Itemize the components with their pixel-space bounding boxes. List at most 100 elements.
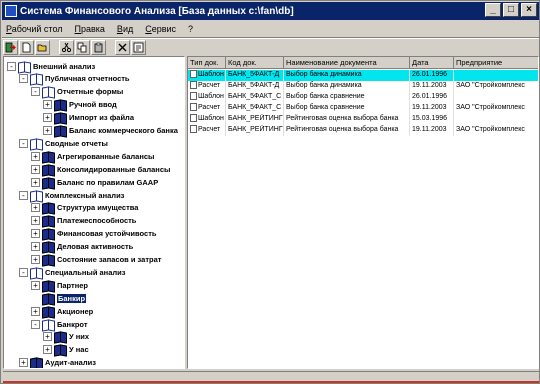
open-book-icon — [42, 320, 54, 329]
expand-icon[interactable]: + — [31, 306, 40, 316]
expand-icon[interactable]: + — [43, 332, 52, 342]
expand-icon[interactable]: + — [19, 358, 28, 368]
tree-node[interactable]: + У них — [43, 331, 89, 343]
tree-node[interactable]: - Банкрот — [31, 318, 88, 330]
tree-node[interactable]: + Агрегированные балансы — [31, 150, 154, 162]
tree-node[interactable]: + Аудит-анализ — [19, 357, 96, 368]
tree-node-label: Внешний анализ — [33, 61, 96, 71]
open-book-icon — [30, 191, 42, 200]
column-header-company[interactable]: Предприятие — [454, 57, 538, 69]
cell-type-label: Расчет — [198, 82, 221, 89]
tree-node-label: Структура имущества — [57, 203, 139, 213]
menu-desktop[interactable]: Рабочий стол — [6, 24, 63, 34]
cut-icon[interactable] — [59, 39, 74, 55]
cell-type-label: Расчет — [198, 104, 221, 111]
tree-node-label: Банкрот — [57, 319, 88, 329]
column-header-date[interactable]: Дата — [410, 57, 454, 69]
tree-node[interactable]: + Финансовая устойчивость — [31, 228, 156, 240]
tree-node[interactable]: Банкир — [31, 292, 87, 304]
table-row[interactable]: Шаблон БАНК_РЕЙТИНГ Рейтинговая оценка выб… — [188, 114, 538, 125]
document-icon — [190, 114, 197, 123]
minimize-button[interactable]: _ — [485, 3, 501, 17]
tree-node[interactable]: - Комплексный анализ — [19, 189, 124, 201]
expand-icon[interactable]: + — [31, 203, 40, 213]
expand-icon[interactable]: + — [31, 229, 40, 239]
document-icon — [190, 81, 197, 90]
table-row[interactable]: Шаблон БАНК_5ФАКТ_С Выбор банка сравнение 2… — [188, 92, 538, 103]
paste-icon[interactable] — [91, 39, 106, 55]
tree-node[interactable]: + У нас — [43, 344, 89, 356]
expand-icon[interactable]: + — [31, 280, 40, 290]
column-header-name[interactable]: Наименование документа — [284, 57, 410, 69]
table-row[interactable]: Расчет БАНК_РЕЙТИНГ Рейтинговая оценка выб… — [188, 125, 538, 136]
expand-icon[interactable]: + — [43, 113, 52, 123]
column-header-code[interactable]: Код док. — [226, 57, 284, 69]
expand-icon[interactable]: + — [31, 216, 40, 226]
tree-node[interactable]: - Публичная отчетность — [19, 73, 130, 85]
menu-service[interactable]: Сервис — [145, 24, 176, 34]
expand-icon[interactable]: + — [31, 177, 40, 187]
tree-node[interactable]: + Баланс коммерческого банка — [43, 125, 178, 137]
menu-view[interactable]: Вид — [117, 24, 133, 34]
properties-icon[interactable] — [131, 39, 146, 55]
exit-icon[interactable] — [3, 39, 18, 55]
table-row[interactable]: Расчет БАНК_5ФАКТ_С Выбор банка сравнение 1… — [188, 103, 538, 114]
tree-node[interactable]: + Импорт из файла — [43, 112, 134, 124]
tree-node[interactable]: - Сводные отчеты — [19, 137, 108, 149]
tree-node[interactable]: + Платежеспособность — [31, 215, 136, 227]
tree-node[interactable]: - Отчетные формы — [31, 86, 123, 98]
tree-node-label: У них — [69, 332, 90, 342]
collapse-icon[interactable]: - — [19, 190, 28, 200]
tree-node[interactable]: + Структура имущества — [31, 202, 138, 214]
open-icon[interactable] — [35, 39, 50, 55]
collapse-icon[interactable]: - — [7, 61, 16, 71]
menu-edit[interactable]: Правка — [75, 24, 105, 34]
book-icon — [42, 294, 54, 303]
cell-code: БАНК_РЕЙТИНГ — [226, 125, 284, 136]
document-icon — [190, 92, 197, 101]
delete-icon[interactable] — [115, 39, 130, 55]
new-icon[interactable] — [19, 39, 34, 55]
collapse-icon[interactable]: - — [19, 267, 28, 277]
tree-node[interactable]: + Баланс по правилам GAAP — [31, 176, 158, 188]
tree-node-label: Баланс коммерческого банка — [69, 126, 178, 135]
menu-help[interactable]: ? — [188, 24, 193, 34]
app-window: Система Финансового Анализа [База данных… — [0, 0, 540, 384]
table-row[interactable]: Расчет БАНК_5ФАКТ-Д Выбор банка динамика 19… — [188, 81, 538, 92]
tree-node[interactable]: - Внешний анализ — [7, 60, 95, 72]
tree-node[interactable]: - Специальный анализ — [19, 266, 126, 278]
tree-node[interactable]: + Состояние запасов и затрат — [31, 254, 161, 266]
tree-node-label: Аудит-анализ — [45, 358, 96, 368]
expand-icon[interactable]: + — [31, 242, 40, 252]
column-header-type[interactable]: Тип док. — [188, 57, 226, 69]
cell-date: 19.11.2003 — [410, 103, 454, 114]
expand-icon[interactable]: + — [31, 151, 40, 161]
tree-node[interactable]: + Партнер — [31, 279, 88, 291]
book-icon — [42, 229, 54, 238]
copy-icon[interactable] — [75, 39, 90, 55]
tree-node[interactable]: + Акционер — [31, 305, 93, 317]
tree-node[interactable]: + Деловая активность — [31, 241, 133, 253]
cell-code: БАНК_РЕЙТИНГ — [226, 114, 284, 125]
status-bar — [3, 371, 539, 383]
menu-bar: Рабочий стол Правка Вид Сервис ? — [2, 21, 539, 36]
expand-icon[interactable]: + — [31, 255, 40, 264]
expand-icon[interactable]: + — [43, 345, 52, 355]
close-button[interactable]: × — [521, 3, 537, 17]
title-bar[interactable]: Система Финансового Анализа [База данных… — [2, 2, 539, 20]
navigation-tree[interactable]: - Внешний анализ - Публичная отчетность - Отч… — [3, 56, 185, 369]
expand-icon[interactable]: + — [31, 164, 40, 174]
collapse-icon[interactable]: - — [19, 74, 28, 84]
tree-node[interactable]: + Ручной ввод — [43, 99, 117, 111]
expand-icon[interactable]: + — [43, 126, 52, 135]
cell-name: Выбор банка динамика — [284, 81, 410, 92]
tree-node-label: Платежеспособность — [57, 216, 137, 226]
tree-node[interactable]: + Консолидированные балансы — [31, 163, 170, 175]
book-icon — [42, 255, 54, 264]
collapse-icon[interactable]: - — [31, 319, 40, 329]
maximize-button[interactable]: □ — [503, 3, 519, 17]
table-row[interactable]: Шаблон БАНК_5ФАКТ-Д Выбор банка динамика 26… — [188, 70, 538, 81]
expand-icon[interactable]: + — [43, 100, 52, 110]
collapse-icon[interactable]: - — [19, 138, 28, 148]
collapse-icon[interactable]: - — [31, 87, 40, 97]
